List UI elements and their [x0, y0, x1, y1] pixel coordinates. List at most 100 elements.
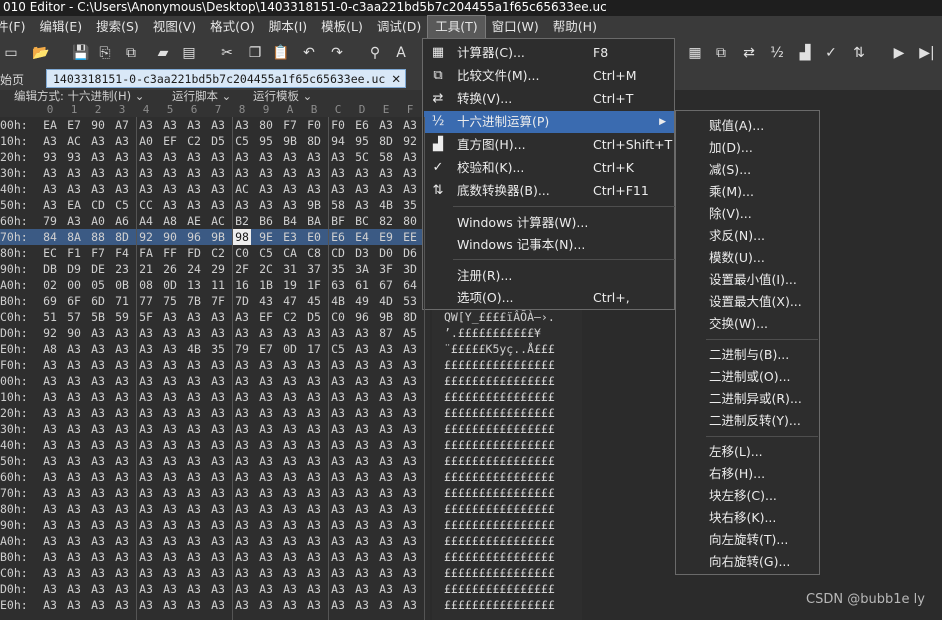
hex-byte[interactable]: 7F	[209, 293, 227, 309]
hex-byte[interactable]: A3	[161, 581, 179, 597]
hex-byte[interactable]: D0	[377, 245, 395, 261]
hex-byte[interactable]: A3	[209, 597, 227, 613]
hex-byte[interactable]: A3	[329, 165, 347, 181]
hex-byte[interactable]: A3	[257, 357, 275, 373]
hex-row[interactable]: 90h: DB D9 DE 23 21 26 24 29 2F 2C 31 37 35 3A 3F 3D	[0, 261, 430, 277]
text-row[interactable]: ££££££££££££££££	[444, 373, 555, 389]
hex-row[interactable]: 50h: A3 A3 A3 A3 A3 A3 A3 A3 A3 A3 A3 A3 A3 A3 A3 A3	[0, 453, 430, 469]
hex-byte[interactable]: A3	[209, 421, 227, 437]
menu-5[interactable]: 脚本(I)	[262, 16, 314, 38]
hex-byte[interactable]: A3	[65, 453, 83, 469]
hex-byte[interactable]: A3	[257, 533, 275, 549]
hex-byte[interactable]: A3	[233, 389, 251, 405]
hex-byte[interactable]: DB	[41, 261, 59, 277]
tools-menu-item-10[interactable]: 选项(O)... Ctrl+,	[424, 287, 674, 309]
hex-byte[interactable]: A3	[41, 357, 59, 373]
hex-byte[interactable]: A3	[161, 165, 179, 181]
hex-byte[interactable]: A3	[257, 565, 275, 581]
hex-byte[interactable]: A3	[65, 597, 83, 613]
hex-byte[interactable]: 9E	[257, 229, 275, 245]
hex-byte[interactable]: A3	[257, 501, 275, 517]
hex-byte[interactable]: A3	[65, 421, 83, 437]
hex-byte[interactable]: A3	[233, 581, 251, 597]
hex-byte[interactable]: 58	[377, 149, 395, 165]
save-as-icon[interactable]: ⎘	[96, 44, 114, 62]
start-page-tab[interactable]: 始页	[0, 71, 24, 88]
hex-byte[interactable]: A3	[137, 533, 155, 549]
hex-byte[interactable]: A3	[209, 469, 227, 485]
hex-byte[interactable]: A3	[89, 597, 107, 613]
hex-row[interactable]: 40h: A3 A3 A3 A3 A3 A3 A3 A3 AC A3 A3 A3 A3 A3 A3 A3	[0, 181, 430, 197]
hex-byte[interactable]: BF	[329, 213, 347, 229]
hex-byte[interactable]: A3	[41, 373, 59, 389]
hex-byte[interactable]: A3	[209, 325, 227, 341]
hex-byte[interactable]: 13	[185, 277, 203, 293]
hex-byte[interactable]: A3	[305, 485, 323, 501]
hex-byte[interactable]: 79	[41, 213, 59, 229]
hex-byte[interactable]: CC	[137, 197, 155, 213]
hex-byte[interactable]: A3	[377, 181, 395, 197]
hex-byte[interactable]: A3	[161, 405, 179, 421]
hex-byte[interactable]: 2F	[233, 261, 251, 277]
hex-row[interactable]: 50h: A3 EA CD C5 CC A3 A3 A3 A3 A3 A3 9B 58 A3 4B 35	[0, 197, 430, 213]
close-icon[interactable]: ✕	[391, 70, 401, 89]
hex-byte[interactable]: A3	[161, 373, 179, 389]
hex-byte[interactable]: A3	[329, 469, 347, 485]
hex-byte[interactable]: EF	[161, 133, 179, 149]
hex-byte[interactable]: A3	[329, 485, 347, 501]
text-row[interactable]: ££££££££££££££££	[444, 533, 555, 549]
hex-byte[interactable]: A3	[209, 581, 227, 597]
hex-byte[interactable]: A3	[257, 469, 275, 485]
hex-byte[interactable]: A3	[65, 549, 83, 565]
hex-byte[interactable]: A3	[233, 501, 251, 517]
hex-byte[interactable]: A3	[113, 469, 131, 485]
hex-byte[interactable]: A3	[329, 421, 347, 437]
text-row[interactable]: ££££££££££££££££	[444, 405, 555, 421]
hex-byte[interactable]: 92	[137, 229, 155, 245]
hex-byte[interactable]: A3	[161, 549, 179, 565]
hex-byte[interactable]: A3	[233, 597, 251, 613]
hex-byte[interactable]: 35	[401, 197, 419, 213]
hex-row[interactable]: 40h: A3 A3 A3 A3 A3 A3 A3 A3 A3 A3 A3 A3 A3 A3 A3 A3	[0, 437, 430, 453]
text-row[interactable]: ££££££££££££££££	[444, 501, 555, 517]
hex-byte[interactable]: 5F	[137, 309, 155, 325]
hex-byte[interactable]: A3	[281, 517, 299, 533]
hex-row[interactable]: 30h: A3 A3 A3 A3 A3 A3 A3 A3 A3 A3 A3 A3 A3 A3 A3 A3	[0, 421, 430, 437]
checksum-icon[interactable]: ✓	[822, 44, 840, 62]
hex-byte[interactable]: A3	[65, 389, 83, 405]
hex-byte[interactable]: A3	[185, 597, 203, 613]
hex-byte[interactable]: A3	[209, 181, 227, 197]
hex-byte[interactable]: A3	[89, 437, 107, 453]
text-row[interactable]: ££££££££££££££££	[444, 581, 555, 597]
hex-byte[interactable]: A3	[65, 213, 83, 229]
hex-byte[interactable]: A3	[161, 341, 179, 357]
hex-byte[interactable]: 35	[209, 341, 227, 357]
hex-byte[interactable]: A3	[113, 133, 131, 149]
hex-byte[interactable]: 84	[41, 229, 59, 245]
hex-byte[interactable]: A3	[233, 517, 251, 533]
hex-byte[interactable]: 95	[353, 133, 371, 149]
hex-byte[interactable]: A3	[113, 597, 131, 613]
hex-op-item-8[interactable]: 设置最大值(X)...	[709, 291, 802, 313]
hex-byte[interactable]: A3	[41, 565, 59, 581]
hex-byte[interactable]: A3	[281, 421, 299, 437]
hex-byte[interactable]: 79	[233, 341, 251, 357]
hex-byte[interactable]: A3	[305, 501, 323, 517]
hex-byte[interactable]: FD	[185, 245, 203, 261]
hex-op-item-18[interactable]: 向左旋转(T)...	[709, 529, 788, 551]
hex-byte[interactable]: AC	[233, 181, 251, 197]
hex-row[interactable]: 20h: 93 93 A3 A3 A3 A3 A3 A3 A3 A3 A3 A3 A3 5C 58 A3	[0, 149, 430, 165]
text-row[interactable]: ££££££££££££££££	[444, 549, 555, 565]
hex-byte[interactable]: 7B	[185, 293, 203, 309]
hex-byte[interactable]: A3	[257, 405, 275, 421]
hex-byte[interactable]: A3	[401, 565, 419, 581]
folder-icon[interactable]: ▰	[154, 44, 172, 62]
text-row[interactable]: ££££££££££££££££	[444, 565, 555, 581]
hex-byte[interactable]: A3	[161, 533, 179, 549]
hex-byte[interactable]: A3	[137, 453, 155, 469]
hex-byte[interactable]: A3	[401, 357, 419, 373]
hex-byte[interactable]: 08	[137, 277, 155, 293]
tools-menu-item-5[interactable]: ✓ 校验和(K)... Ctrl+K	[424, 157, 674, 179]
hex-row[interactable]: 70h: A3 A3 A3 A3 A3 A3 A3 A3 A3 A3 A3 A3 A3 A3 A3 A3	[0, 485, 430, 501]
hex-byte[interactable]: A4	[137, 213, 155, 229]
